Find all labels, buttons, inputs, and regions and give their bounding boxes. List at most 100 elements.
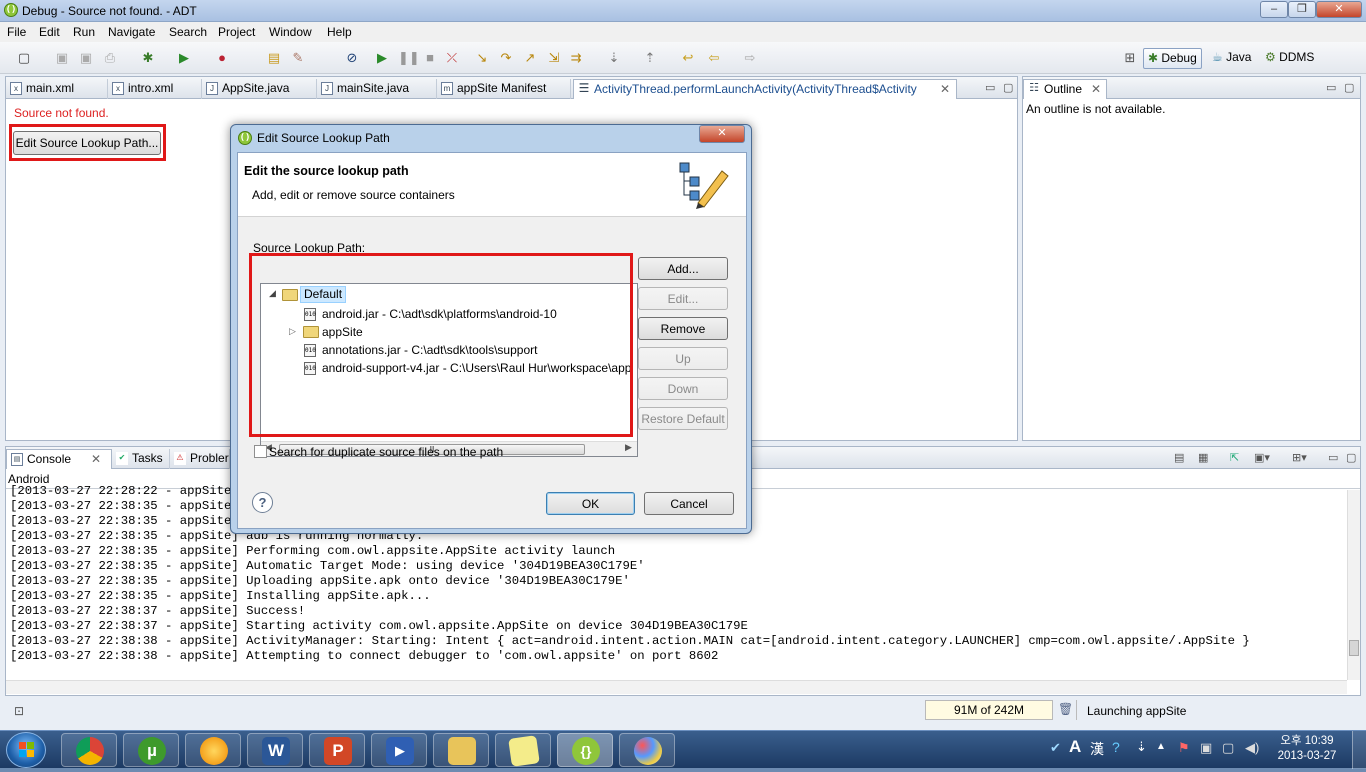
back-icon[interactable]: ⇦	[706, 50, 722, 66]
disconnect-icon[interactable]: ⤫	[444, 50, 460, 66]
minimize-view-icon[interactable]: ▭	[1326, 81, 1336, 94]
down-button[interactable]: Down	[638, 377, 728, 400]
taskbar-powerpoint[interactable]: P	[309, 733, 365, 767]
scroll-right-icon[interactable]: ▶	[625, 442, 632, 453]
display-console-icon[interactable]: ▣▾	[1254, 451, 1270, 464]
use-step-filters-icon[interactable]: ⇉	[568, 50, 584, 66]
add-button[interactable]: Add...	[638, 257, 728, 280]
forward-icon[interactable]: ⇨	[742, 50, 758, 66]
debug-icon[interactable]: ✱	[140, 50, 156, 66]
dialog-close-button[interactable]: ✕	[699, 125, 745, 143]
garbage-collect-icon[interactable]: 🗑	[1058, 702, 1073, 716]
taskbar-live-player[interactable]: ▶	[371, 733, 427, 767]
tab-console[interactable]: ▤ Console ✕	[6, 449, 112, 469]
step-into-icon[interactable]: ↘	[474, 50, 490, 66]
fast-view-icon[interactable]: ⊡	[14, 704, 24, 718]
menu-edit[interactable]: Edit	[39, 25, 60, 39]
tab-tasks[interactable]: ✔ Tasks	[112, 449, 170, 469]
step-return-icon[interactable]: ↗	[522, 50, 538, 66]
save-icon[interactable]: ▣	[54, 50, 70, 66]
close-tab-icon[interactable]: ✕	[91, 450, 101, 468]
network-status-icon[interactable]: ⚑	[1178, 740, 1190, 756]
minimize-view-icon[interactable]: ▭	[1328, 451, 1338, 464]
system-clock[interactable]: 오후 10:39 2013-03-27	[1268, 734, 1346, 768]
cancel-button[interactable]: Cancel	[644, 492, 734, 515]
volume-icon[interactable]: ◀)	[1245, 740, 1259, 756]
step-over-icon[interactable]: ↷	[498, 50, 514, 66]
tab-appsite-java[interactable]: J AppSite.java	[202, 79, 317, 99]
edit-source-lookup-button[interactable]: Edit Source Lookup Path...	[13, 131, 161, 155]
remove-button[interactable]: Remove	[638, 317, 728, 340]
minimize-button[interactable]: –	[1260, 1, 1288, 18]
taskbar-utorrent[interactable]: µ	[123, 733, 179, 767]
hanja-mode[interactable]: 漢	[1090, 739, 1104, 759]
maximize-button[interactable]: ❐	[1288, 1, 1316, 18]
next-annotation-icon[interactable]: ⇣	[606, 50, 622, 66]
restore-default-button[interactable]: Restore Default	[638, 407, 728, 430]
terminate-icon[interactable]: ■	[422, 50, 438, 66]
last-edit-icon[interactable]: ↩	[680, 50, 696, 66]
help-icon[interactable]: ?	[252, 492, 273, 513]
maximize-view-icon[interactable]: ▢	[1344, 81, 1354, 94]
maximize-view-icon[interactable]: ▢	[1346, 451, 1356, 464]
ime-mode[interactable]: A	[1069, 737, 1081, 757]
tab-outline[interactable]: ☷ Outline ✕	[1023, 79, 1107, 99]
tab-mainsite-java[interactable]: JmainSite.java	[317, 79, 437, 99]
taskbar-chrome[interactable]	[61, 733, 117, 767]
taskbar-explorer[interactable]	[433, 733, 489, 767]
open-folder-icon[interactable]: ▤	[266, 50, 282, 66]
up-button[interactable]: Up	[638, 347, 728, 370]
open-console-icon[interactable]: ⊞▾	[1292, 451, 1307, 464]
menu-run[interactable]: Run	[73, 25, 95, 39]
suspend-icon[interactable]: ❚❚	[398, 50, 420, 66]
start-button[interactable]	[6, 732, 46, 768]
tab-main-xml[interactable]: x main.xml	[6, 79, 108, 99]
perspective-debug[interactable]: ✱ Debug	[1143, 48, 1202, 69]
pin-console-icon[interactable]: ⇱	[1230, 451, 1239, 464]
new-icon[interactable]: ▢	[16, 50, 32, 66]
tab-problems[interactable]: ⚠ Probler	[170, 449, 230, 469]
heap-status[interactable]: 91M of 242M	[925, 700, 1053, 720]
maximize-view-icon[interactable]: ▢	[1003, 81, 1013, 94]
console-vertical-scrollbar[interactable]	[1347, 490, 1360, 680]
tab-appsite-manifest[interactable]: m appSite Manifest	[437, 79, 571, 99]
ime-options-icon[interactable]: ⇣	[1136, 739, 1147, 755]
close-tab-icon[interactable]: ✕	[940, 80, 950, 98]
taskbar-paint[interactable]	[619, 733, 675, 767]
menu-search[interactable]: Search	[169, 25, 207, 39]
taskbar-word[interactable]: W	[247, 733, 303, 767]
menu-navigate[interactable]: Navigate	[108, 25, 155, 39]
tab-intro-xml[interactable]: x intro.xml	[108, 79, 202, 99]
run-icon[interactable]: ▶	[176, 50, 192, 66]
taskbar-adt[interactable]: {}	[557, 733, 613, 767]
menu-window[interactable]: Window	[269, 25, 312, 39]
close-tab-icon[interactable]: ✕	[1091, 80, 1101, 98]
open-type-icon[interactable]: ✎	[290, 50, 306, 66]
resume-icon[interactable]: ▶	[374, 50, 390, 66]
perspective-java[interactable]: ☕ Java	[1208, 48, 1255, 69]
show-desktop-button[interactable]	[1352, 731, 1366, 769]
taskbar-sticky-notes[interactable]	[495, 733, 551, 767]
edit-button[interactable]: Edit...	[638, 287, 728, 310]
display-icon[interactable]: ▢	[1222, 740, 1234, 756]
menu-file[interactable]: File	[7, 25, 26, 39]
menu-project[interactable]: Project	[218, 25, 255, 39]
ok-button[interactable]: OK	[546, 492, 635, 515]
drop-to-frame-icon[interactable]: ⇲	[546, 50, 562, 66]
scrollbar-thumb[interactable]	[1349, 640, 1359, 656]
console-horizontal-scrollbar[interactable]	[6, 680, 1347, 694]
clear-console-icon[interactable]: ▤	[1174, 451, 1184, 464]
language-bar-icon[interactable]: ✔	[1050, 740, 1061, 756]
external-tools-icon[interactable]: ●	[214, 50, 230, 66]
previous-annotation-icon[interactable]: ⇡	[642, 50, 658, 66]
open-perspective-icon[interactable]: ⊞	[1122, 50, 1138, 66]
tab-activitythread[interactable]: ☰ ActivityThread.performLaunchActivity(Ac…	[573, 79, 957, 99]
perspective-ddms[interactable]: ⚙ DDMS	[1261, 48, 1318, 69]
print-icon[interactable]: ⎙	[102, 50, 118, 66]
minimize-view-icon[interactable]: ▭	[985, 81, 995, 94]
scroll-lock-icon[interactable]: ▦	[1198, 451, 1208, 464]
ime-help-icon[interactable]: ?	[1112, 739, 1120, 755]
show-hidden-icons[interactable]: ▲	[1156, 741, 1166, 752]
close-button[interactable]: ✕	[1316, 1, 1362, 18]
menu-help[interactable]: Help	[327, 25, 352, 39]
